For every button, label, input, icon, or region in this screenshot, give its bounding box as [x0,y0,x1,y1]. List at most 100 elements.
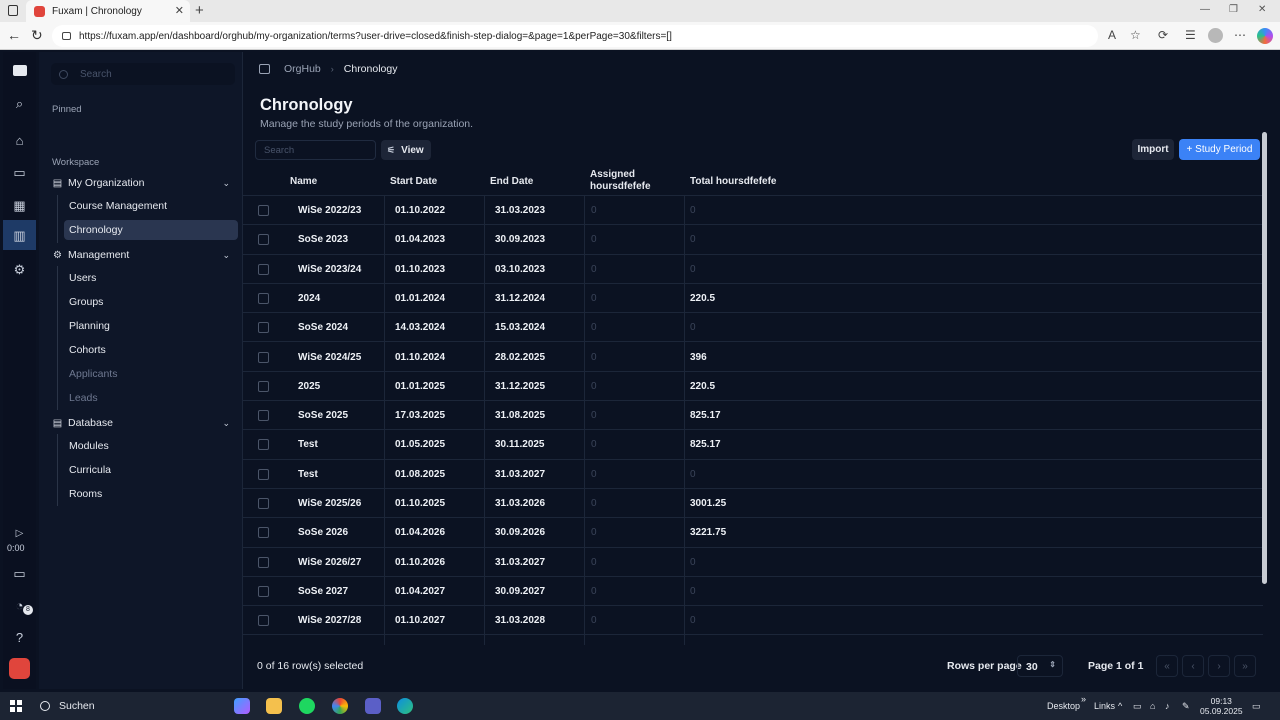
play-icon[interactable]: ▷ [12,526,27,541]
minimize-icon[interactable]: — [1200,4,1210,15]
edge-icon[interactable] [397,698,413,714]
teams-icon[interactable] [365,698,381,714]
view-button[interactable]: ⚟ View [381,140,431,160]
column-header-end-date[interactable]: End Date [490,176,533,187]
taskbar-search[interactable]: Suchen [40,700,95,712]
table-search-input[interactable]: Search [255,140,376,160]
search-icon[interactable]: ⌕ [12,96,27,111]
row-checkbox[interactable] [258,527,269,539]
row-checkbox[interactable] [258,439,269,451]
browser-tab[interactable]: Fuxam | Chronology ✕ [26,0,190,22]
row-checkbox[interactable] [258,322,269,334]
row-checkbox[interactable] [258,410,269,422]
table-row[interactable]: WiSe 2025/26 01.10.2025 31.03.2026 0 3001.25 [243,489,1263,519]
table-row[interactable]: Test 01.05.2025 30.11.2025 0 825.17 [243,430,1263,460]
chrome-icon[interactable] [332,698,348,714]
table-row[interactable]: Test 01.08.2025 31.03.2027 0 0 [243,460,1263,489]
volume-icon[interactable]: ♪ [1165,701,1170,711]
rows-per-page-select[interactable]: 30 ⇕ [1017,655,1063,677]
close-window-icon[interactable]: ✕ [1258,4,1266,15]
table-row[interactable]: WiSe 2022/23 01.10.2022 31.03.2023 0 0 [243,196,1263,226]
desktop-label[interactable]: Desktop [1047,701,1080,711]
sidebar-group-database[interactable]: ▤ Database ⌄ [52,414,238,432]
folder-icon[interactable]: ▭ [12,566,27,581]
read-aloud-icon[interactable]: A [1108,28,1116,42]
toggle-sidebar-icon[interactable] [259,64,270,74]
row-checkbox[interactable] [258,380,269,392]
close-tab-icon[interactable]: ✕ [175,4,184,17]
table-row[interactable]: 2025 01.01.2025 31.12.2025 0 220.5 [243,372,1263,402]
copilot-icon[interactable] [1257,28,1273,44]
table-row[interactable]: WiSe 2027/28 01.10.2027 31.03.2028 0 0 [243,606,1263,636]
breadcrumb-orghub[interactable]: OrgHub [284,63,321,75]
row-checkbox[interactable] [258,205,269,216]
sidebar-item-applicants[interactable]: Applicants [64,364,238,384]
favorite-star-icon[interactable]: ☆ [1130,28,1141,42]
column-header-name[interactable]: Name [290,176,317,187]
refresh-icon[interactable]: ↻ [31,27,43,44]
table-row[interactable]: SoSe 2025 17.03.2025 31.08.2025 0 825.17 [243,401,1263,431]
home-icon[interactable]: ⌂ [12,133,27,148]
add-study-period-button[interactable]: + Study Period [1179,139,1260,160]
settings-gear-icon[interactable]: ⚙ [12,262,27,277]
sidebar-search-input[interactable]: Search [51,63,235,85]
table-row[interactable]: WiSe 2024/25 01.10.2024 28.02.2025 0 396 [243,343,1263,372]
sidebar-item-curricula[interactable]: Curricula [64,460,238,480]
last-page-button[interactable]: » [1234,655,1256,677]
column-header-total-hours[interactable]: Total hoursdfefefe [690,176,776,187]
table-row[interactable]: SoSe 2027 01.04.2027 30.09.2027 0 0 [243,577,1263,607]
table-row[interactable]: SoSe 2024 14.03.2024 15.03.2024 0 0 [243,313,1263,343]
table-row[interactable]: WiSe 2023/24 01.10.2023 03.10.2023 0 0 [243,255,1263,284]
table-row[interactable]: WiSe 2026/27 01.10.2026 31.03.2027 0 0 [243,548,1263,577]
column-header-start-date[interactable]: Start Date [390,176,437,187]
pen-icon[interactable]: ✎ [1182,701,1190,712]
back-icon[interactable]: ← [7,27,21,43]
row-checkbox[interactable] [258,556,269,568]
table-row[interactable]: SoSe 2023 01.04.2023 30.09.2023 0 0 [243,225,1263,255]
previous-page-button[interactable]: ‹ [1182,655,1204,677]
sidebar-item-groups[interactable]: Groups [64,292,238,312]
notifications-icon[interactable]: ▭ [1252,701,1261,712]
row-checkbox[interactable] [258,292,269,304]
maximize-icon[interactable]: ❐ [1229,4,1238,15]
sidebar-group-management[interactable]: ⚙ Management ⌄ [52,246,238,264]
sidebar-item-course-management[interactable]: Course Management [64,196,238,216]
sidebar-item-leads[interactable]: Leads [64,388,238,408]
table-scrollbar[interactable] [1262,132,1267,584]
calendar-icon[interactable]: ▦ [12,198,27,213]
new-tab-icon[interactable]: + [195,2,204,19]
more-icon[interactable]: ⋯ [1234,28,1246,42]
links-label[interactable]: Links [1094,701,1115,711]
chevron-expand-icon[interactable]: » [1081,694,1086,704]
table-row[interactable]: SoSe 2026 01.04.2026 30.09.2026 0 3221.75 [243,518,1263,548]
windows-start-icon[interactable] [10,700,22,712]
column-header-assigned-hours[interactable]: Assigned hoursdfefefe [590,169,651,193]
extensions-icon[interactable]: ⟳ [1158,28,1168,42]
row-checkbox[interactable] [258,615,269,627]
profile-avatar[interactable] [1208,28,1223,43]
sidebar-item-chronology[interactable]: Chronology [64,220,238,240]
help-icon[interactable]: ? [12,630,27,645]
sidebar-group-my-organization[interactable]: ▤ My Organization ⌄ [52,174,238,192]
orghub-icon[interactable]: ▥ [12,228,27,243]
app-logo-icon[interactable] [13,65,27,76]
row-checkbox[interactable] [258,498,269,509]
import-button[interactable]: Import [1132,139,1174,160]
favorites-icon[interactable]: ☰ [1185,28,1196,42]
row-checkbox[interactable] [258,585,269,597]
next-page-button[interactable]: › [1208,655,1230,677]
first-page-button[interactable]: « [1156,655,1178,677]
tab-actions-icon[interactable] [8,5,18,16]
row-checkbox[interactable] [258,263,269,275]
sidebar-item-users[interactable]: Users [64,268,238,288]
sidebar-item-rooms[interactable]: Rooms [64,484,238,504]
tray-app-icon[interactable]: ▭ [1133,701,1142,712]
file-explorer-icon[interactable] [266,698,282,714]
row-checkbox[interactable] [258,234,269,246]
spotify-icon[interactable] [299,698,315,714]
taskbar-clock[interactable]: 09:13 05.09.2025 [1200,696,1243,716]
row-checkbox[interactable] [258,351,269,363]
url-input[interactable]: https://fuxam.app/en/dashboard/orghub/my… [52,25,1098,47]
table-row[interactable]: 2024 01.01.2024 31.12.2024 0 220.5 [243,284,1263,314]
network-icon[interactable]: ⌂ [1150,701,1155,711]
